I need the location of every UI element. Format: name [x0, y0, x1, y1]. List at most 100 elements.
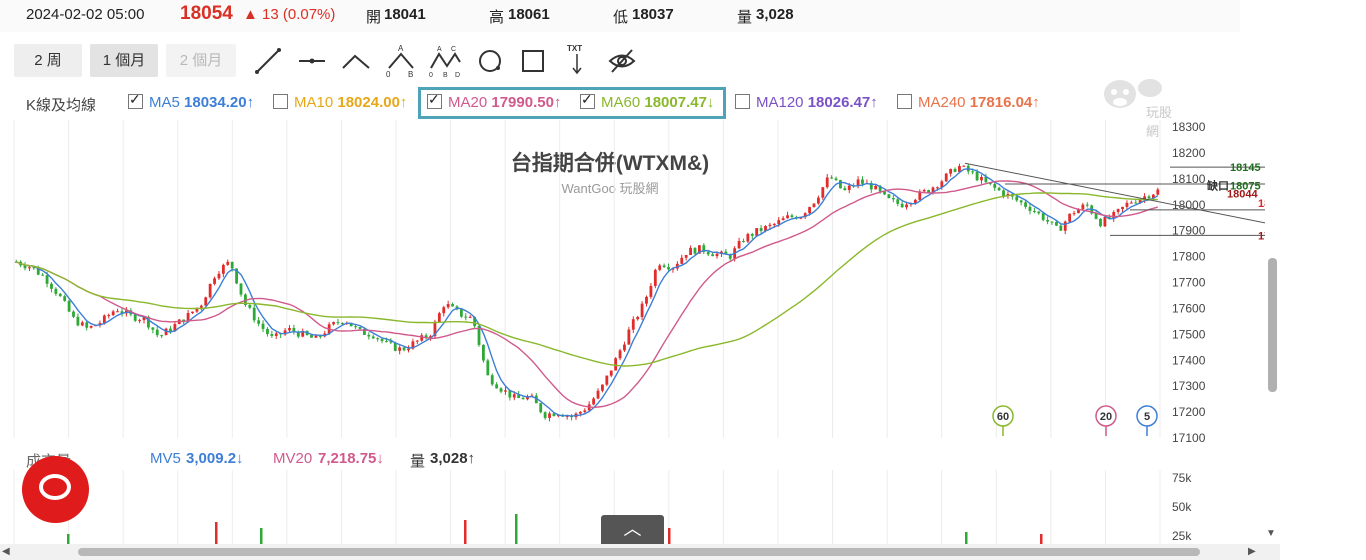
annotation-label: 18044 — [1227, 188, 1258, 200]
candle-body — [1085, 204, 1089, 206]
scroll-right-icon[interactable]: ▶ — [1248, 546, 1256, 557]
candle-body — [953, 168, 957, 172]
candle-body — [521, 398, 525, 400]
candle-body — [415, 340, 419, 342]
ma10-toggle[interactable]: MA10 18024.00↑ — [273, 94, 407, 111]
candle-body — [204, 297, 208, 306]
candle-body — [1129, 202, 1133, 204]
horizontal-scroll-thumb[interactable] — [78, 548, 1200, 556]
scroll-down-icon[interactable]: ▼ — [1266, 528, 1276, 539]
scroll-left-icon[interactable]: ◀ — [2, 546, 10, 557]
candle-body — [711, 254, 715, 257]
candle-body — [1072, 213, 1076, 215]
vertical-scroll-thumb[interactable] — [1268, 258, 1277, 392]
candle-body — [191, 311, 194, 314]
highlight-box — [418, 87, 726, 119]
candle-body — [847, 185, 851, 191]
candle-body — [1081, 204, 1085, 210]
candle-body — [684, 255, 688, 258]
candle-body — [486, 360, 490, 376]
hide-icon[interactable] — [607, 46, 637, 76]
period-1-month-button[interactable]: 1 個月 — [90, 44, 158, 77]
candle-body — [45, 275, 49, 284]
volume-bar — [464, 520, 467, 544]
candle-body — [398, 347, 402, 351]
ma120-toggle[interactable]: MA120 18026.47↑ — [735, 94, 878, 111]
candle-body — [627, 329, 631, 345]
candle-body — [385, 340, 388, 342]
y-tick-label: 18300 — [1172, 120, 1206, 134]
candle-body — [715, 253, 719, 257]
trend-line — [964, 162, 1265, 224]
candle-body — [768, 224, 772, 227]
collapse-button[interactable]: ︿ — [601, 515, 664, 545]
candle-body — [261, 323, 265, 329]
candle-body — [1094, 213, 1098, 219]
candle-body — [72, 311, 75, 317]
candle-body — [257, 320, 261, 324]
period-2-months-button[interactable]: 2 個月 — [166, 44, 236, 77]
line-tool-icon[interactable] — [253, 46, 283, 76]
candle-body — [354, 326, 357, 328]
candle-body — [821, 187, 825, 198]
volume-bar — [260, 528, 263, 544]
candle-body — [936, 187, 939, 189]
text-tool-icon[interactable]: TXT — [562, 42, 592, 75]
ma120-checkbox[interactable] — [735, 94, 750, 109]
open-value: 18041 — [384, 6, 426, 23]
y-tick-label: 17500 — [1172, 327, 1206, 341]
candle-body — [905, 204, 908, 208]
ma5-checkbox[interactable] — [128, 91, 143, 109]
rectangle-tool-icon[interactable] — [518, 46, 548, 76]
abc-pattern-icon[interactable]: A 0 B — [385, 42, 415, 79]
candle-body — [993, 184, 997, 188]
candle-body — [605, 375, 609, 385]
candle-body — [464, 316, 468, 318]
page-right-margin — [1280, 0, 1366, 560]
candle-body — [662, 265, 666, 268]
chat-button[interactable] — [22, 456, 89, 523]
candle-body — [980, 176, 983, 181]
candle-body — [199, 305, 203, 308]
candle-body — [817, 197, 820, 204]
ma10-checkbox[interactable] — [273, 94, 288, 109]
abcd-pattern-icon[interactable]: A C 0 B D — [428, 42, 461, 79]
ma240-toggle[interactable]: MA240 17816.04↑ — [897, 94, 1040, 111]
period-2-weeks-button[interactable]: 2 周 — [14, 44, 82, 77]
y-tick-label: 17100 — [1172, 431, 1206, 445]
candle-body — [623, 344, 626, 351]
candle-body — [548, 413, 551, 418]
candle-body — [693, 247, 697, 254]
mv5-value: 3,009.2↓ — [186, 450, 244, 467]
ma240-checkbox[interactable] — [897, 94, 912, 109]
candle-body — [133, 314, 137, 321]
horizontal-line-tool-icon[interactable] — [297, 46, 327, 76]
volume-value: 3,028 — [756, 6, 794, 23]
candle-body — [67, 300, 71, 312]
mv5-label: MV5 — [150, 450, 181, 467]
candle-body — [107, 315, 111, 317]
candle-body — [111, 311, 115, 316]
ma5-toggle[interactable]: MA5 18034.20↑ — [128, 91, 254, 111]
volume-bar — [668, 528, 671, 544]
candle-body — [504, 390, 507, 392]
ma60-line — [15, 192, 1158, 367]
candle-body — [812, 203, 816, 208]
candle-body — [900, 203, 904, 208]
wave-tool-icon[interactable] — [341, 46, 371, 76]
candle-body — [640, 303, 644, 317]
candle-body — [949, 168, 953, 174]
candle-body — [380, 338, 384, 341]
kline-title: K線及均線 — [26, 97, 97, 114]
candlestick-chart[interactable]: 台指期合併(WTXM&) WantGoo 玩股網 183001820018100… — [0, 120, 1265, 445]
y-tick-label: 17700 — [1172, 276, 1206, 290]
candle-body — [1103, 217, 1107, 227]
candle-body — [1059, 225, 1063, 231]
candle-body — [755, 228, 759, 236]
candle-body — [1068, 213, 1072, 222]
circle-tool-icon[interactable] — [475, 46, 505, 76]
svg-text:C: C — [451, 46, 456, 53]
candle-body — [482, 344, 485, 361]
candle-body — [1050, 221, 1054, 223]
text-tool-label: TXT — [567, 44, 582, 53]
